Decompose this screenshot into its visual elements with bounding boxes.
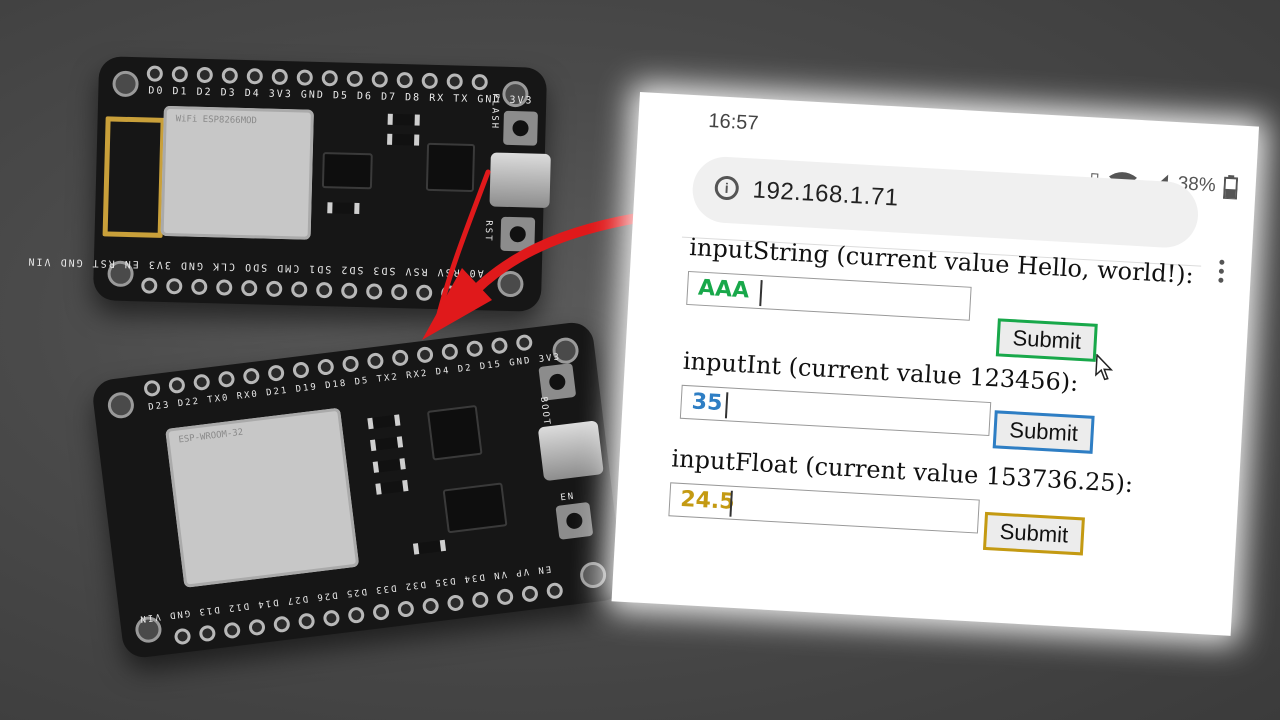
battery-icon: [1222, 174, 1239, 200]
input-float-field[interactable]: 24.5: [668, 482, 980, 534]
more-menu-icon[interactable]: [1218, 259, 1225, 287]
submit-float-button[interactable]: Submit: [982, 511, 1085, 556]
url-text[interactable]: 192.168.1.71: [752, 176, 899, 212]
input-int-field[interactable]: 35: [679, 384, 992, 437]
input-int-value: 35: [691, 389, 724, 417]
text-caret: [724, 392, 729, 419]
input-string-field[interactable]: AAA: [686, 270, 972, 321]
input-string-value: AAA: [697, 275, 750, 304]
status-time: 16:57: [707, 109, 760, 135]
input-float-value: 24.5: [679, 486, 736, 515]
text-caret: [759, 280, 763, 307]
submit-string-button[interactable]: Submit: [995, 318, 1098, 362]
mouse-pointer-icon: [1095, 353, 1114, 381]
submit-int-button[interactable]: Submit: [992, 410, 1095, 454]
phone-screenshot: 16:57 ▯ 38% i 192.168.1.71 inputString (…: [611, 92, 1260, 636]
info-icon[interactable]: i: [714, 175, 740, 201]
